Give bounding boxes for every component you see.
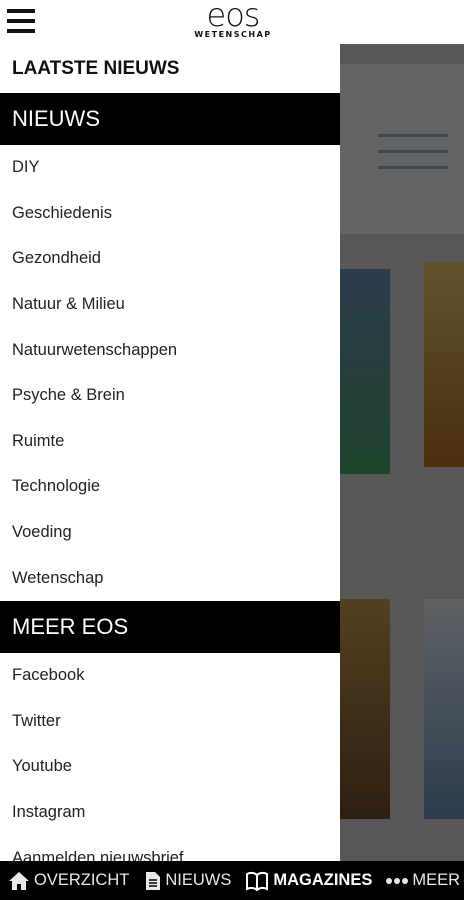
section-header-news: NIEUWS — [0, 93, 340, 145]
drawer-item-gezondheid[interactable]: Gezondheid — [0, 236, 340, 282]
drawer-item-facebook[interactable]: Facebook — [0, 653, 340, 699]
drawer-item-natuur-milieu[interactable]: Natuur & Milieu — [0, 282, 340, 328]
drawer-item-newsletter[interactable]: Aanmelden nieuwsbrief — [0, 835, 340, 861]
home-icon — [8, 871, 30, 891]
drawer-item-instagram[interactable]: Instagram — [0, 790, 340, 836]
tab-label: OVERZICHT — [34, 871, 130, 889]
more-dots-icon — [386, 877, 409, 885]
drawer-item-ruimte[interactable]: Ruimte — [0, 419, 340, 465]
tab-label: NIEUWS — [165, 871, 232, 889]
navigation-drawer: LAATSTE NIEUWS NIEUWS DIY Geschiedenis G… — [0, 44, 340, 861]
bottom-navigation: OVERZICHT NIEUWS MAGAZINES MEER — [0, 861, 464, 900]
document-icon — [145, 871, 161, 891]
logo-text: eos — [206, 0, 261, 34]
tab-overzicht[interactable]: OVERZICHT — [8, 861, 129, 900]
drawer-item-voeding[interactable]: Voeding — [0, 510, 340, 556]
drawer-item-twitter[interactable]: Twitter — [0, 699, 340, 745]
latest-news-link[interactable]: LAATSTE NIEUWS — [0, 44, 340, 93]
drawer-item-youtube[interactable]: Youtube — [0, 744, 340, 790]
tab-magazines[interactable]: MAGAZINES — [245, 861, 372, 900]
tab-label: MEER — [412, 871, 461, 889]
tab-label: MAGAZINES — [273, 871, 373, 889]
tab-nieuws[interactable]: NIEUWS — [145, 861, 231, 900]
drawer-item-wetenschap[interactable]: Wetenschap — [0, 555, 340, 601]
book-icon — [245, 871, 269, 891]
eos-logo[interactable]: eos WETENSCHAP — [190, 0, 276, 44]
app-bar: eos WETENSCHAP — [0, 0, 464, 44]
drawer-item-technologie[interactable]: Technologie — [0, 464, 340, 510]
logo-subtitle: WETENSCHAP — [194, 30, 272, 39]
section-header-more-eos: MEER EOS — [0, 600, 340, 653]
hamburger-menu-icon[interactable] — [7, 9, 35, 35]
drawer-item-psyche-brein[interactable]: Psyche & Brein — [0, 373, 340, 419]
drawer-item-natuurwetenschappen[interactable]: Natuurwetenschappen — [0, 327, 340, 373]
tab-meer[interactable]: MEER — [386, 861, 460, 900]
drawer-item-geschiedenis[interactable]: Geschiedenis — [0, 191, 340, 237]
drawer-item-diy[interactable]: DIY — [0, 145, 340, 191]
